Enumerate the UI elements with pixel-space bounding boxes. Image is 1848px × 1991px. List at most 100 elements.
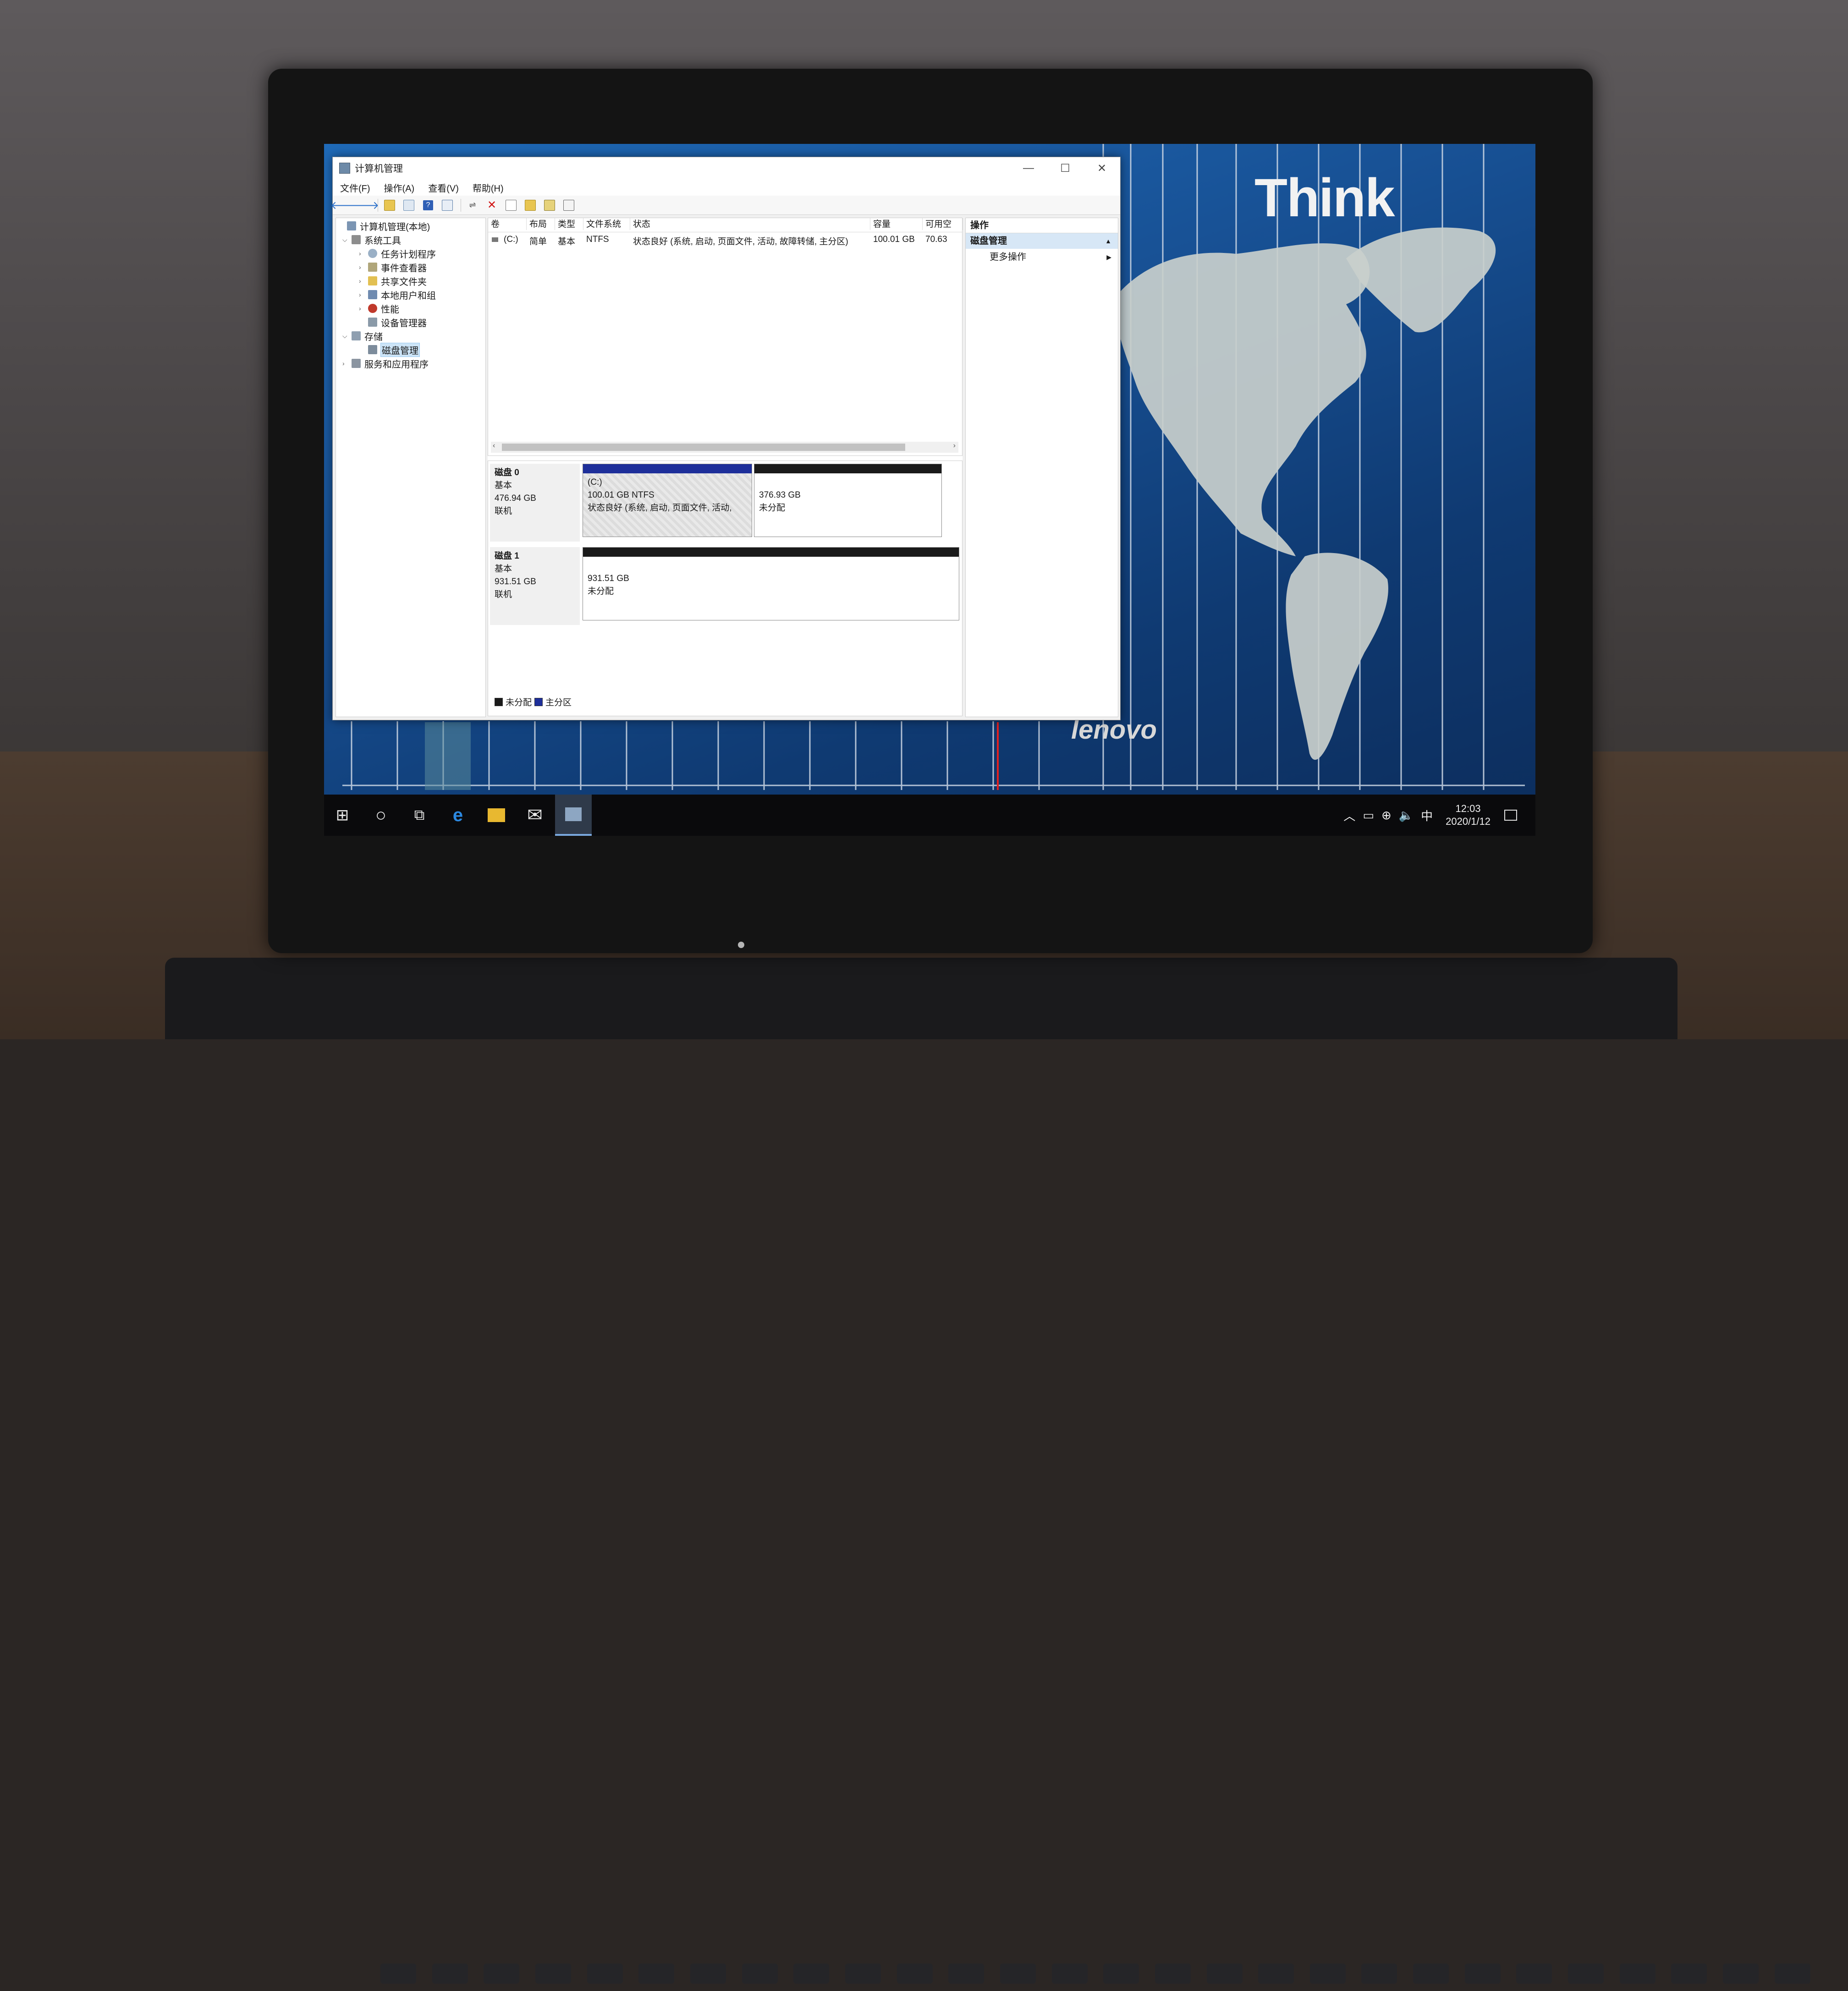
column-header-status[interactable]: 状态 — [630, 218, 870, 230]
file-explorer-button[interactable] — [478, 795, 515, 836]
delete-icon[interactable]: ✕ — [485, 198, 499, 212]
tree-item-services-applications[interactable]: › 服务和应用程序 — [342, 357, 429, 370]
folder-icon[interactable] — [523, 198, 537, 212]
check-icon[interactable] — [504, 198, 518, 212]
users-icon — [368, 290, 377, 299]
column-header-filesystem[interactable]: 文件系统 — [583, 218, 630, 230]
chevron-up-icon[interactable]: ︿ — [1343, 807, 1355, 824]
scroll-left-icon[interactable]: ‹ — [493, 442, 495, 450]
help-icon[interactable]: ? — [421, 198, 435, 212]
toolbar: 🡐 🡒 ? ⇌ ✕ — [330, 196, 1120, 215]
actions-section-disk-management[interactable]: 磁盘管理 ▲ — [966, 233, 1118, 249]
navigation-tree: 计算机管理(本地) ⌵ 系统工具 › 任务计划程序 › 事件查看器 › 共享文件… — [336, 218, 486, 717]
title-bar[interactable]: 计算机管理 — ☐ ✕ — [333, 157, 1120, 179]
volume-icon[interactable]: 🔈 — [1399, 808, 1414, 823]
tree-item-computer-management[interactable]: 计算机管理(本地) — [338, 219, 430, 233]
ime-indicator[interactable]: 中 — [1421, 807, 1433, 824]
column-header-volume[interactable]: 卷 — [488, 218, 527, 230]
battery-icon[interactable]: ▭ — [1363, 808, 1374, 823]
table-cell: (C:) — [504, 235, 518, 244]
table-cell: 状态良好 (系统, 启动, 页面文件, 活动, 故障转储, 主分区) — [633, 237, 848, 247]
actions-header: 操作 — [966, 218, 1118, 233]
disk-size: 931.51 GB — [495, 577, 536, 587]
tree-item-task-scheduler[interactable]: › 任务计划程序 — [359, 247, 436, 260]
disk-management-pane: 卷 布局 类型 文件系统 状态 容量 可用空 (C:) 简单 基本 NTFS 状… — [488, 218, 963, 716]
more-actions-item[interactable]: 更多操作 ▶ — [966, 249, 1118, 265]
partition-unallocated[interactable]: 931.51 GB 未分配 — [583, 547, 959, 620]
menu-view[interactable]: 查看(V) — [428, 181, 459, 194]
tree-item-label: 系统工具 — [364, 236, 401, 246]
table-cell: 100.01 GB — [873, 235, 915, 244]
column-header-capacity[interactable]: 容量 — [870, 218, 923, 230]
disk-status: 联机 — [495, 506, 512, 516]
notification-icon[interactable] — [1504, 810, 1517, 821]
disk-size: 476.94 GB — [495, 494, 536, 503]
scroll-right-icon[interactable]: › — [953, 442, 956, 450]
properties-icon[interactable] — [440, 198, 454, 212]
system-tray: ︿ ▭ ⊕ 🔈 中 12:03 2020/1/12 — [1336, 795, 1517, 836]
scrollbar-thumb[interactable] — [502, 444, 905, 451]
column-header-free-space[interactable]: 可用空 — [923, 218, 963, 230]
table-cell: 70.63 — [925, 235, 947, 244]
tree-item-device-manager[interactable]: 设备管理器 — [359, 315, 427, 329]
tree-item-local-users[interactable]: › 本地用户和组 — [359, 288, 436, 302]
connect-icon[interactable]: ⇌ — [466, 198, 479, 212]
up-folder-icon[interactable] — [383, 198, 396, 212]
mail-button[interactable]: ✉ — [517, 795, 553, 836]
tree-item-label: 共享文件夹 — [381, 277, 427, 287]
window-title: 计算机管理 — [355, 164, 403, 174]
disk-0-label[interactable]: 磁盘 0 基本 476.94 GB 联机 — [490, 464, 580, 542]
partition-size: 100.01 GB NTFS — [588, 490, 654, 500]
tree-item-performance[interactable]: › 性能 — [359, 302, 399, 315]
network-icon[interactable]: ⊕ — [1381, 808, 1392, 823]
tree-item-label: 本地用户和组 — [381, 291, 436, 301]
start-button[interactable]: ⊞ — [324, 795, 361, 836]
mail-icon: ✉ — [527, 805, 543, 825]
tree-item-label: 磁盘管理 — [380, 342, 420, 357]
computer-management-taskbar-button[interactable] — [555, 795, 592, 836]
cortana-button[interactable]: ○ — [363, 795, 399, 836]
menu-file[interactable]: 文件(F) — [340, 181, 370, 194]
tree-item-label: 计算机管理(本地) — [360, 222, 430, 232]
column-header-layout[interactable]: 布局 — [527, 218, 555, 230]
menu-bar: 文件(F) 操作(A) 查看(V) 帮助(H) — [333, 179, 1120, 196]
chevron-right-icon: › — [359, 277, 361, 285]
legend-label: 未分配 — [506, 698, 532, 708]
table-cell: 基本 — [558, 237, 576, 247]
tree-item-storage[interactable]: ⌵ 存储 — [342, 329, 383, 343]
minimize-button[interactable]: — — [1010, 157, 1047, 179]
task-view-button[interactable]: ⧉ — [401, 795, 438, 836]
tree-item-event-viewer[interactable]: › 事件查看器 — [359, 260, 427, 274]
tree-item-shared-folders[interactable]: › 共享文件夹 — [359, 274, 427, 288]
computer-management-window: 计算机管理 — ☐ ✕ 文件(F) 操作(A) 查看(V) 帮助(H) 🡐 🡒 … — [330, 157, 1121, 720]
horizontal-scrollbar[interactable]: ‹ › — [491, 442, 958, 453]
close-button[interactable]: ✕ — [1084, 157, 1120, 179]
partition-status: 状态良好 (系统, 启动, 页面文件, 活动, — [588, 503, 732, 513]
collapse-icon[interactable]: ▲ — [1105, 233, 1111, 249]
device-icon — [368, 318, 377, 327]
edge-button[interactable]: e — [440, 795, 476, 836]
more-actions-label: 更多操作 — [990, 252, 1026, 262]
actions-pane: 操作 磁盘管理 ▲ 更多操作 ▶ — [965, 218, 1118, 717]
tree-item-disk-management[interactable]: 磁盘管理 — [359, 342, 420, 357]
show-hide-tree-icon[interactable] — [402, 198, 416, 212]
partition-title: (C:) — [588, 477, 602, 487]
forward-icon[interactable]: 🡒 — [350, 198, 379, 212]
partition-bar — [583, 548, 959, 557]
disk-1-label[interactable]: 磁盘 1 基本 931.51 GB 联机 — [490, 547, 580, 625]
table-row[interactable]: (C:) 简单 基本 NTFS 状态良好 (系统, 启动, 页面文件, 活动, … — [488, 233, 962, 247]
partition-status: 未分配 — [588, 587, 614, 596]
tree-item-system-tools[interactable]: ⌵ 系统工具 — [342, 233, 401, 247]
shared-folder-icon — [368, 276, 377, 285]
tree-item-label: 任务计划程序 — [381, 249, 436, 260]
partition-c[interactable]: (C:) 100.01 GB NTFS 状态良好 (系统, 启动, 页面文件, … — [583, 464, 752, 537]
clock[interactable]: 12:03 2020/1/12 — [1446, 802, 1490, 828]
menu-action[interactable]: 操作(A) — [384, 181, 415, 194]
partition-unallocated[interactable]: 376.93 GB 未分配 — [754, 464, 942, 537]
menu-help[interactable]: 帮助(H) — [473, 181, 504, 194]
maximize-button[interactable]: ☐ — [1047, 157, 1084, 179]
view-icon[interactable] — [562, 198, 576, 212]
desktop-screen: Think lenovo 计算机管理 — ☐ ✕ 文件(F) 操作(A) 查看(… — [324, 144, 1535, 836]
search-icon[interactable] — [543, 198, 556, 212]
column-header-type[interactable]: 类型 — [555, 218, 583, 230]
